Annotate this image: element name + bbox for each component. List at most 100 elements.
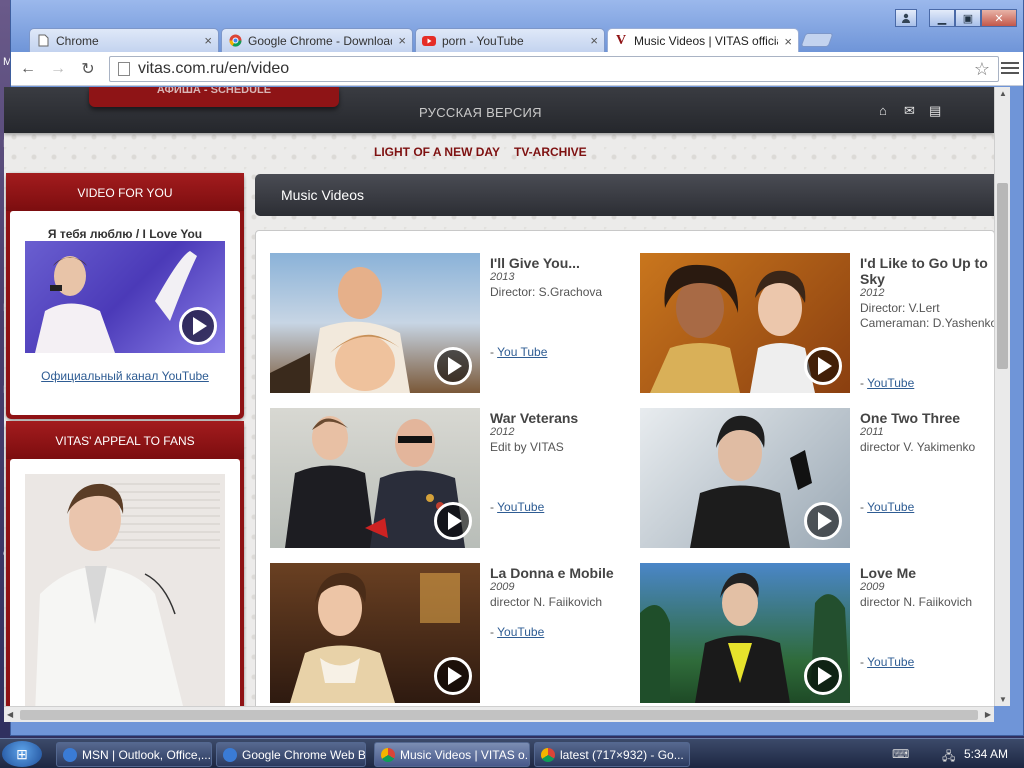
video-thumbnail[interactable] [640,408,850,548]
play-icon[interactable] [804,502,842,540]
video-thumbnail[interactable] [25,241,225,353]
chrome-icon [381,747,395,762]
scroll-down-icon[interactable]: ▼ [999,695,1007,704]
video-year: 2011 [860,426,884,438]
video-year: 2012 [860,287,885,299]
box-header: VITAS' APPEAL TO FANS [6,421,244,459]
video-thumbnail[interactable] [270,408,480,548]
video-title[interactable]: One Two Three [860,410,960,426]
minimize-button[interactable]: ▁ [929,9,955,27]
forward-button[interactable]: → [45,56,71,82]
tab-chrome[interactable]: Chrome × [29,28,219,52]
video-title[interactable]: War Veterans [490,410,578,426]
site-menu: LIGHT OF A NEW DAY TV-ARCHIVE [374,145,587,159]
play-icon[interactable] [434,502,472,540]
page-icon [118,62,130,76]
russian-version-link[interactable]: РУССКАЯ ВЕРСИЯ [419,105,542,120]
close-icon[interactable]: × [398,33,406,48]
video-link-row: - You Tube [490,345,547,359]
back-button[interactable]: ← [15,56,41,82]
home-icon[interactable]: ⌂ [879,103,887,118]
tab-title: porn - YouTube [442,33,524,48]
bookmark-star-icon[interactable]: ☆ [974,59,990,80]
user-icon[interactable] [895,9,917,27]
youtube-link[interactable]: YouTube [497,500,544,514]
youtube-link[interactable]: YouTube [497,625,544,639]
scroll-left-icon[interactable]: ◀ [7,710,13,719]
play-icon[interactable] [804,657,842,695]
video-credit: director V. Yakimenko [860,440,976,454]
menu-icon[interactable] [1001,59,1019,77]
taskbar-item-latest[interactable]: latest (717×932) - Go... [534,742,690,767]
youtube-link[interactable]: YouTube [867,376,914,390]
horizontal-scrollbar[interactable]: ◀ ▶ [4,706,994,722]
reload-button[interactable]: ↻ [75,56,101,82]
scroll-up-icon[interactable]: ▲ [999,89,1007,98]
taskbar-label: MSN | Outlook, Office,... [82,747,211,762]
play-icon[interactable] [179,307,217,345]
mail-icon[interactable]: ✉ [904,103,915,119]
video-title[interactable]: Love Me [860,565,916,581]
windows-logo-icon: ⊞ [16,745,28,762]
close-icon[interactable]: × [784,34,792,49]
taskbar-item-music-videos[interactable]: Music Videos | VITAS o... [374,742,530,767]
vitas-icon: V [615,33,627,48]
keyboard-icon[interactable]: ⌨ [892,747,909,761]
video-thumbnail[interactable] [640,563,850,703]
scroll-thumb[interactable] [20,710,978,720]
play-icon[interactable] [804,347,842,385]
credit-line: Director: V.Lert [860,301,940,315]
video-thumbnail[interactable] [640,253,850,393]
taskbar-label: latest (717×932) - Go... [560,747,684,762]
taskbar: ⊞ MSN | Outlook, Office,... Google Chrom… [0,738,1024,768]
vertical-scrollbar[interactable]: ▲ ▼ [994,87,1010,706]
youtube-link[interactable]: YouTube [867,500,914,514]
scroll-right-icon[interactable]: ▶ [985,710,991,719]
new-tab-button[interactable] [800,33,834,47]
menu-light-of-a-new-day[interactable]: LIGHT OF A NEW DAY [374,145,500,159]
video-credit: Edit by VITAS [490,440,564,454]
menu-tv-archive[interactable]: TV-ARCHIVE [514,145,587,159]
video-caption: Я тебя люблю / I Love You [47,227,203,241]
video-title[interactable]: I'll Give You... [490,255,630,271]
youtube-icon [422,34,436,48]
tab-chrome-download[interactable]: Google Chrome - Download × [221,28,413,52]
youtube-link[interactable]: You Tube [497,345,547,359]
video-link-row: - YouTube [860,376,914,390]
video-title[interactable]: La Donna e Mobile [490,565,614,581]
taskbar-label: Google Chrome Web B... [242,747,366,762]
play-icon[interactable] [434,347,472,385]
video-for-you-box: VIDEO FOR YOU Я тебя люблю / I Love You … [6,173,244,419]
ie-icon [63,747,77,762]
youtube-link[interactable]: YouTube [867,655,914,669]
start-button[interactable]: ⊞ [2,741,42,767]
close-icon[interactable]: × [590,33,598,48]
play-icon[interactable] [434,657,472,695]
network-icon[interactable]: 🖧 [942,747,955,768]
close-window-button[interactable]: ✕ [981,9,1017,27]
appeal-photo[interactable] [25,474,225,706]
video-credit: director N. Faiikovich [860,595,973,609]
video-year: 2012 [490,426,515,438]
ie-icon [223,747,237,762]
tab-vitas-active[interactable]: V Music Videos | VITAS official × [607,28,799,53]
video-title[interactable]: I'd Like to Go Up to Sky [860,255,994,287]
video-thumbnail[interactable] [270,563,480,703]
toolbar: ← → ↻ vitas.com.ru/en/video ☆ [11,52,1023,86]
tab-youtube[interactable]: porn - YouTube × [415,28,605,52]
maximize-button[interactable]: ▣ [955,9,981,27]
youtube-channel-link[interactable]: Официальный канал YouTube [10,369,240,383]
page-viewport: РУССКАЯ ВЕРСИЯ ⌂ ✉ ▤ АФИША - SCHEDULE LI… [4,87,994,706]
close-icon[interactable]: × [204,33,212,48]
scroll-thumb[interactable] [997,183,1008,369]
sitemap-icon[interactable]: ▤ [929,103,941,119]
taskbar-item-msn[interactable]: MSN | Outlook, Office,... [56,742,212,767]
video-thumbnail[interactable] [270,253,480,393]
tab-title: Music Videos | VITAS official [634,34,779,48]
address-bar[interactable]: vitas.com.ru/en/video ☆ [109,56,999,82]
taskbar-item-chrome-web[interactable]: Google Chrome Web B... [216,742,366,767]
credit-line: Cameraman: D.Yashenkov [860,316,994,330]
clock[interactable]: 5:34 AM [964,747,1008,761]
schedule-tab[interactable]: АФИША - SCHEDULE [89,87,339,107]
tab-title: Google Chrome - Download [248,33,393,48]
